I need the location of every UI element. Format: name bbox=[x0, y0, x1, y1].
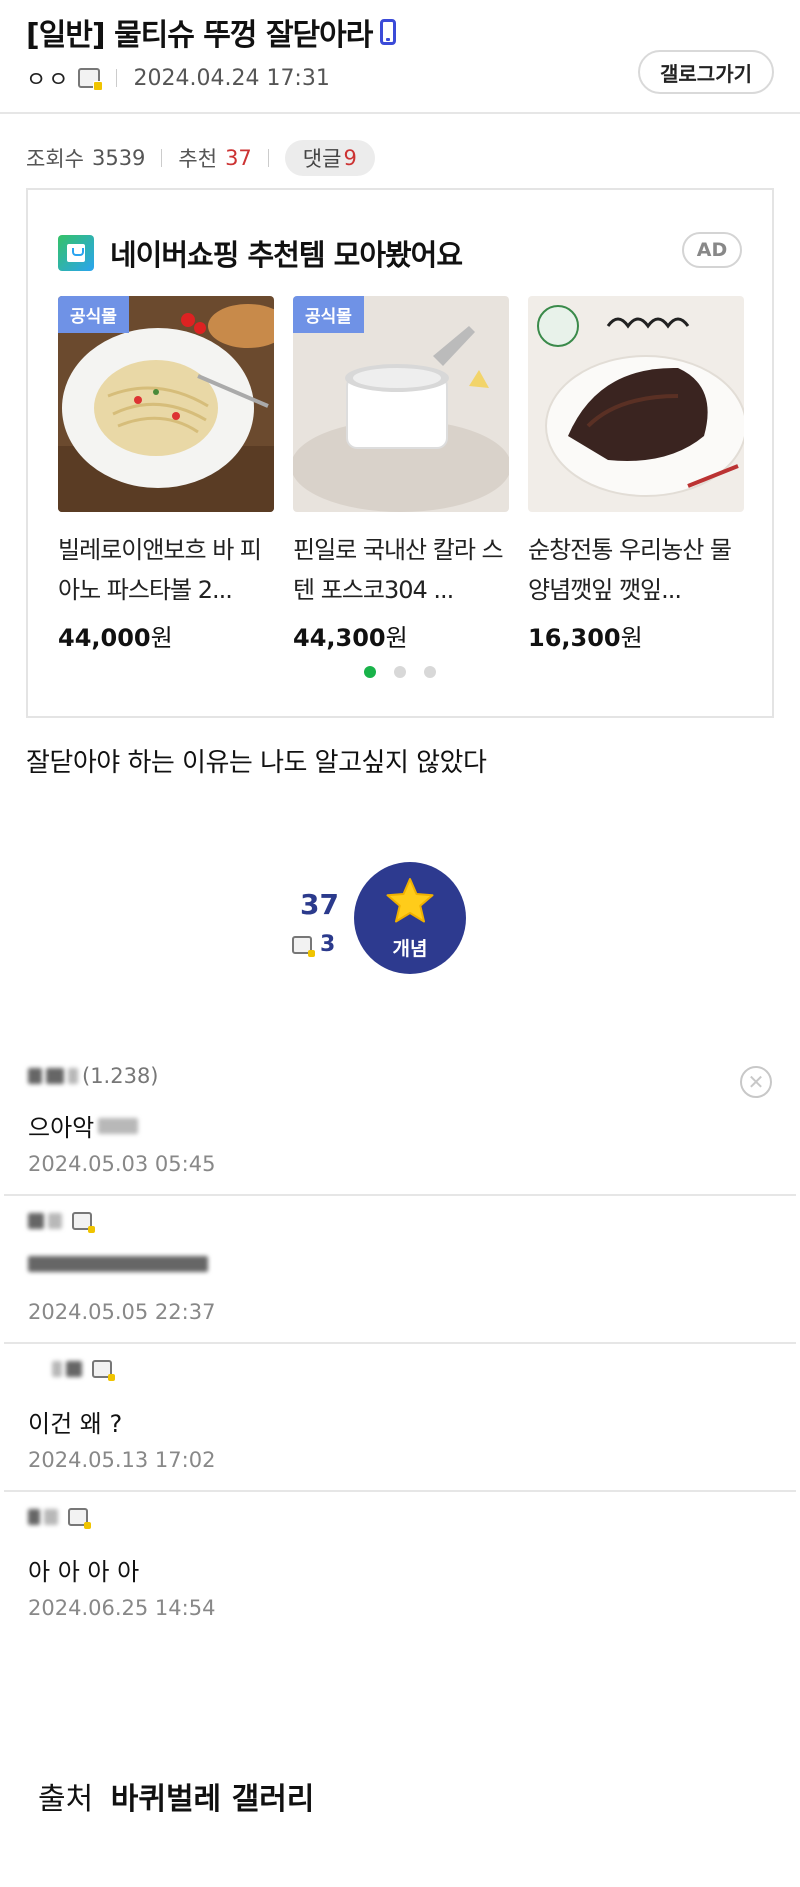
comment-date: 2024.06.25 14:54 bbox=[28, 1596, 216, 1620]
gallery-reco-count: 3 bbox=[320, 932, 336, 957]
views-count: 3539 bbox=[91, 146, 146, 170]
product-card[interactable]: 공식몰 핀일로 국내산 칼라 스텐 포스코304 ... 44,300원 bbox=[293, 296, 509, 653]
gallog-icon bbox=[72, 1212, 95, 1233]
comment-text: 아 아 아 아 bbox=[28, 1558, 140, 1586]
gaenyum-button[interactable]: 개념 bbox=[354, 862, 466, 974]
post-header: [일반] 물티슈 뚜껑 잘닫아라 ㅇㅇ 2024.04.24 17:31 갤로그… bbox=[0, 0, 800, 114]
blurred-name bbox=[28, 1068, 42, 1084]
blurred-name bbox=[28, 1509, 40, 1525]
comment-author[interactable] bbox=[28, 1212, 95, 1233]
ad-badge[interactable]: AD bbox=[682, 232, 742, 268]
shopping-ad: 네이버쇼핑 추천템 모아봤어요 AD 공식몰 빌레로이앤보흐 바 피아노 파스타… bbox=[26, 188, 774, 718]
divider bbox=[161, 149, 163, 167]
product-image-pasta[interactable]: 공식몰 bbox=[58, 296, 274, 512]
official-store-tag: 공식몰 bbox=[58, 296, 129, 333]
post-meta: ㅇㅇ 2024.04.24 17:31 bbox=[26, 62, 330, 94]
comment-item: 이건 왜 ? 2024.05.13 17:02 bbox=[4, 1344, 796, 1492]
source-credit: 출처 바퀴벌레 갤러리 bbox=[38, 1774, 314, 1818]
ad-header: 네이버쇼핑 추천템 모아봤어요 bbox=[58, 232, 463, 274]
product-name[interactable]: 빌레로이앤보흐 바 피아노 파스타볼 2... bbox=[58, 530, 274, 610]
product-card[interactable]: 공식몰 빌레로이앤보흐 바 피아노 파스타볼 2... 44,000원 bbox=[58, 296, 274, 653]
gallog-icon bbox=[92, 1360, 115, 1381]
carousel-dots bbox=[28, 666, 772, 678]
reco-label: 추천 bbox=[178, 147, 218, 171]
comment-item: 2024.05.05 22:37 bbox=[4, 1196, 796, 1344]
post-date: 2024.04.24 17:31 bbox=[133, 65, 330, 91]
ad-title: 네이버쇼핑 추천템 모아봤어요 bbox=[110, 238, 463, 272]
gallog-icon bbox=[292, 935, 315, 957]
recommend-count: 37 bbox=[300, 888, 339, 921]
source-label: 출처 bbox=[38, 1782, 94, 1817]
comment-list: (1.238) 으아악 2024.05.03 05:45 ✕ 2024.05.0… bbox=[4, 1048, 796, 1640]
comment-author-ip: (1.238) bbox=[82, 1064, 159, 1088]
gallog-button[interactable]: 갤로그가기 bbox=[638, 50, 774, 94]
comment-author[interactable] bbox=[28, 1360, 115, 1381]
blurred-text bbox=[28, 1256, 208, 1272]
blurred-text bbox=[98, 1117, 139, 1134]
carousel-dot-1[interactable] bbox=[364, 666, 376, 678]
carousel-dot-3[interactable] bbox=[424, 666, 436, 678]
source-name[interactable]: 바퀴벌레 갤러리 bbox=[111, 1782, 315, 1817]
comment-item: (1.238) 으아악 2024.05.03 05:45 ✕ bbox=[4, 1048, 796, 1196]
comment-count: 9 bbox=[343, 146, 357, 170]
gallog-icon bbox=[78, 68, 104, 91]
comment-text: 이건 왜 ? bbox=[28, 1410, 123, 1438]
recommend-section: 37 3 개념 bbox=[286, 862, 486, 974]
post-title: [일반] 물티슈 뚜껑 잘닫아라 bbox=[26, 10, 397, 54]
comment-date: 2024.05.03 05:45 bbox=[28, 1152, 216, 1176]
reco-count: 37 bbox=[225, 146, 252, 170]
blurred-name bbox=[46, 1068, 64, 1084]
product-name[interactable]: 핀일로 국내산 칼라 스텐 포스코304 ... bbox=[293, 530, 509, 610]
author-name[interactable]: ㅇㅇ bbox=[26, 62, 70, 94]
post-body: 잘닫아야 하는 이유는 나도 알고싶지 않았다 bbox=[26, 748, 487, 778]
comment-date: 2024.05.13 17:02 bbox=[28, 1448, 216, 1472]
comment-author[interactable] bbox=[28, 1508, 91, 1529]
comment-text bbox=[28, 1256, 208, 1272]
product-price: 44,000원 bbox=[58, 624, 173, 652]
product-image-pot[interactable]: 공식몰 bbox=[293, 296, 509, 512]
blurred-name bbox=[66, 1361, 82, 1377]
post-title-text: [일반] 물티슈 뚜껑 잘닫아라 bbox=[26, 18, 373, 53]
gaenyum-label: 개념 bbox=[392, 938, 428, 960]
carousel-dot-2[interactable] bbox=[394, 666, 406, 678]
star-icon bbox=[386, 878, 434, 923]
product-name[interactable]: 순창전통 우리농산 물 양념깻잎 깻잎... bbox=[528, 530, 744, 610]
shopping-bag-icon bbox=[58, 235, 94, 271]
post-stats: 조회수 3539 추천 37 댓글 9 bbox=[26, 140, 375, 176]
comment-count-button[interactable]: 댓글 9 bbox=[284, 140, 375, 176]
blurred-name bbox=[48, 1213, 62, 1229]
product-card[interactable]: 순창전통 우리농산 물 양념깻잎 깻잎... 16,300원 bbox=[528, 296, 744, 653]
gallog-icon bbox=[68, 1508, 91, 1529]
product-image-perilla[interactable] bbox=[528, 296, 744, 512]
comment-item: 아 아 아 아 2024.06.25 14:54 bbox=[4, 1492, 796, 1640]
comment-date: 2024.05.05 22:37 bbox=[28, 1300, 216, 1324]
product-price: 44,300원 bbox=[293, 624, 408, 652]
divider bbox=[267, 149, 269, 167]
comment-text: 으아악 bbox=[28, 1108, 139, 1143]
divider bbox=[116, 69, 118, 87]
mobile-icon bbox=[380, 19, 397, 45]
comment-label: 댓글 bbox=[302, 147, 342, 171]
delete-comment-icon[interactable]: ✕ bbox=[740, 1066, 772, 1098]
blurred-name bbox=[68, 1068, 78, 1084]
views-label: 조회수 bbox=[26, 147, 84, 171]
blurred-name bbox=[52, 1361, 62, 1377]
comment-author[interactable]: (1.238) bbox=[28, 1064, 159, 1088]
blurred-name bbox=[28, 1213, 44, 1229]
product-price: 16,300원 bbox=[528, 624, 643, 652]
gallery-reco: 3 bbox=[292, 932, 335, 957]
blurred-name bbox=[44, 1509, 58, 1525]
official-store-tag: 공식몰 bbox=[293, 296, 364, 333]
